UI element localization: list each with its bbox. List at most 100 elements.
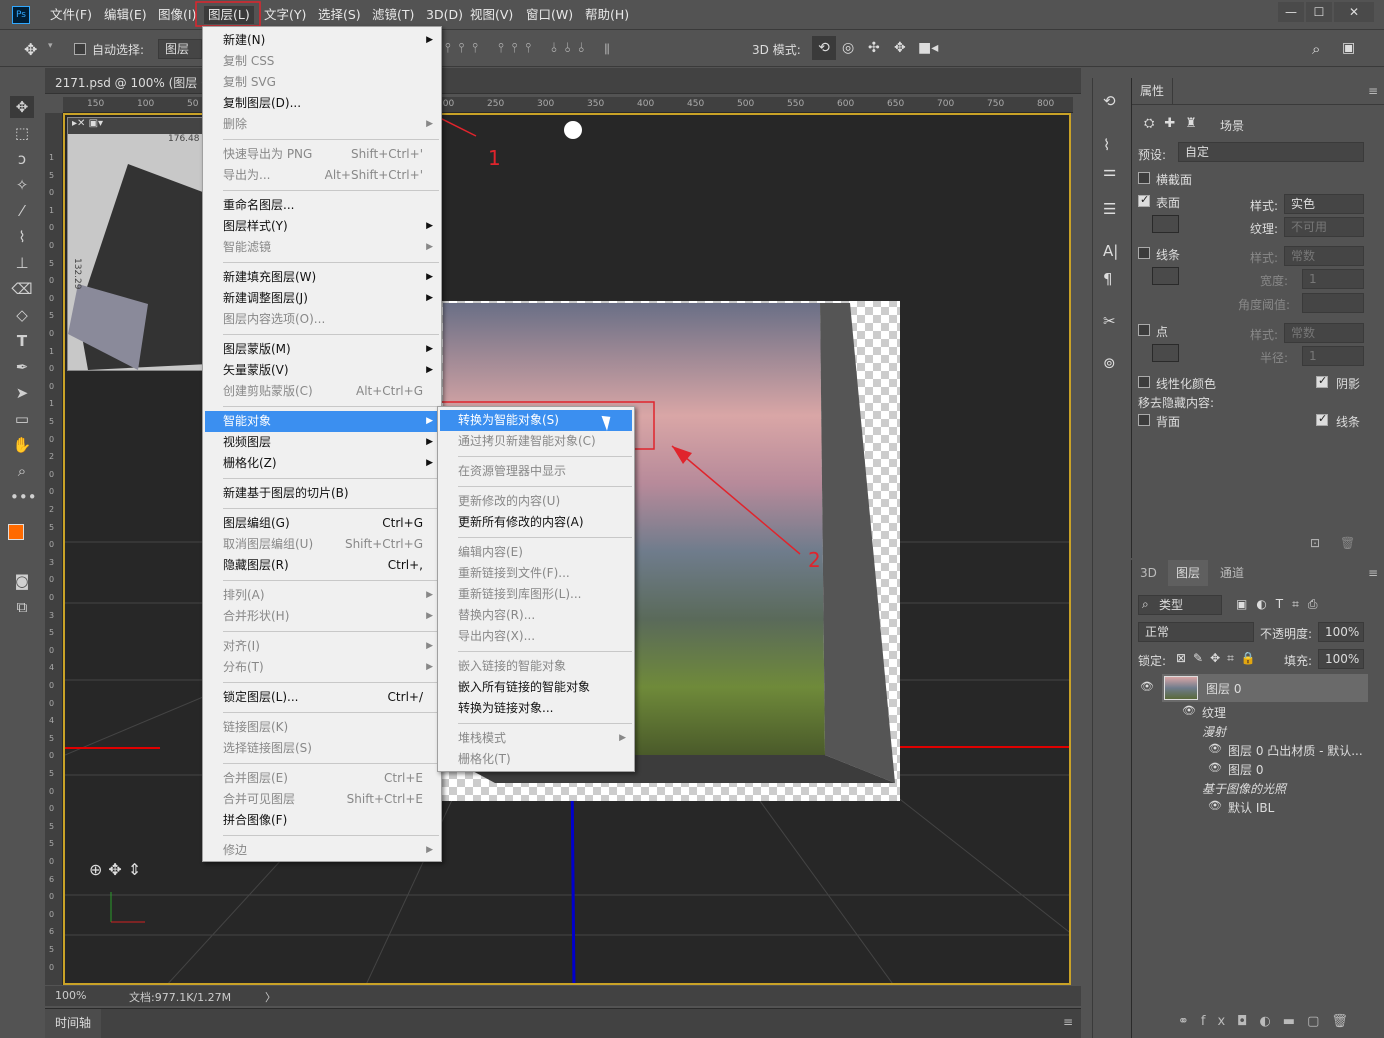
menu-item-1[interactable]: 编辑(E): [104, 6, 147, 24]
menu-item-6[interactable]: 滤镜(T): [372, 6, 414, 24]
tab-layers[interactable]: 图层: [1168, 560, 1209, 586]
slide-3d-icon[interactable]: ✥: [894, 40, 906, 56]
stamp-tool-icon[interactable]: ⊥: [10, 252, 34, 274]
layer_menu-item[interactable]: 复制图层(D)...: [205, 93, 439, 114]
menu-item-10[interactable]: 帮助(H): [585, 6, 629, 24]
layer_menu-item[interactable]: 智能滤镜 ▶: [205, 237, 439, 258]
layer-row[interactable]: 👁 图层 0 凸出材质 - 默认...: [1132, 740, 1368, 759]
roll-3d-icon[interactable]: ◎: [842, 40, 854, 56]
menu-item-4[interactable]: 文字(Y): [264, 6, 306, 24]
layer_menu-item[interactable]: 链接图层(K): [205, 717, 439, 738]
layer_menu-item[interactable]: 矢量蒙版(V) ▶: [205, 360, 439, 381]
trash-icon[interactable]: 🗑: [1340, 536, 1355, 550]
layer_menu-item[interactable]: 新建基于图层的切片(B): [205, 483, 439, 504]
filter-kind-dropdown[interactable]: 类型: [1138, 595, 1222, 615]
visibility-eye-icon[interactable]: 👁: [1140, 680, 1154, 693]
lock-icons[interactable]: ⊠✎✥⌗🔒: [1176, 651, 1263, 666]
shape-tool-icon[interactable]: ▭: [10, 408, 34, 430]
eraser-tool-icon[interactable]: ⌫: [10, 278, 34, 300]
paragraph-styles-icon[interactable]: ☰: [1103, 200, 1116, 218]
minimize-button[interactable]: —: [1278, 2, 1304, 22]
hand-tool-icon[interactable]: ✋: [10, 434, 34, 456]
layer_menu-item[interactable]: 复制 CSS: [205, 51, 439, 72]
paragraph-icon[interactable]: ¶: [1103, 270, 1113, 288]
orbit-3d-icon[interactable]: ⟲: [812, 36, 836, 60]
tab-properties[interactable]: 属性: [1132, 78, 1174, 104]
visibility-eye-icon[interactable]: 👁: [1208, 742, 1222, 755]
radius-field[interactable]: 1: [1302, 346, 1364, 366]
layer_menu-item[interactable]: 锁定图层(L)... Ctrl+/: [205, 687, 439, 708]
smart_menu-item[interactable]: 更新修改的内容(U): [440, 491, 632, 512]
preset-dropdown[interactable]: 自定: [1178, 142, 1364, 162]
layer_menu-item[interactable]: 图层编组(G) Ctrl+G: [205, 513, 439, 534]
layer_menu-item[interactable]: 导出为... Alt+Shift+Ctrl+': [205, 165, 439, 186]
opacity-field[interactable]: 100%: [1318, 622, 1364, 642]
layer_menu-item[interactable]: 创建剪贴蒙版(C) Alt+Ctrl+G: [205, 381, 439, 402]
layer_menu-item[interactable]: 视频图层 ▶: [205, 432, 439, 453]
smart_menu-item[interactable]: 嵌入所有链接的智能对象: [440, 677, 632, 698]
history-icon[interactable]: ⟲: [1103, 92, 1116, 110]
cross-section-checkbox[interactable]: [1138, 172, 1150, 184]
blend-mode-dropdown[interactable]: 正常: [1138, 622, 1254, 642]
layer-row[interactable]: 👁 图层 0: [1132, 759, 1368, 778]
layer_menu-item[interactable]: 智能对象 ▶: [205, 411, 439, 432]
timeline-tab[interactable]: 时间轴: [45, 1009, 101, 1038]
document-tab[interactable]: 2171.psd @ 100% (图层 0,: [45, 68, 1081, 94]
surface-style-dropdown[interactable]: 实色: [1284, 194, 1364, 214]
close-button[interactable]: ✕: [1334, 2, 1374, 22]
lines-hidden-checkbox[interactable]: [1316, 412, 1328, 426]
move-tool-icon[interactable]: ✥: [10, 96, 34, 118]
layer_menu-item[interactable]: 分布(T) ▶: [205, 657, 439, 678]
points-color-swatch[interactable]: [1152, 344, 1179, 362]
brush-settings-icon[interactable]: ⌇: [1103, 136, 1110, 154]
menu-item-3[interactable]: 图层(L): [204, 6, 254, 24]
layer_menu-item[interactable]: 合并形状(H) ▶: [205, 606, 439, 627]
angle-threshold-field[interactable]: [1302, 293, 1364, 313]
smart_menu-item[interactable]: 嵌入链接的智能对象: [440, 656, 632, 677]
layer_menu-item[interactable]: 隐藏图层(R) Ctrl+,: [205, 555, 439, 576]
auto-select-checkbox[interactable]: [74, 43, 86, 55]
layer-row[interactable]: 👁 默认 IBL: [1132, 797, 1368, 816]
smart_menu-item[interactable]: 转换为链接对象...: [440, 698, 632, 719]
smart_menu-item[interactable]: 重新链接到文件(F)...: [440, 563, 632, 584]
camera-icon[interactable]: ■◂: [918, 40, 938, 56]
search-icon[interactable]: ⌕: [1312, 40, 1320, 58]
layer_menu-item[interactable]: 拼合图像(F): [205, 810, 439, 831]
navigator-thumbnail[interactable]: ▸✕ ▣▾ 176.48 132.29: [67, 117, 205, 371]
tab-channels[interactable]: 通道: [1212, 560, 1252, 586]
tool-presets-icon[interactable]: ✂: [1103, 312, 1116, 330]
texture-dropdown[interactable]: 不可用: [1284, 217, 1364, 237]
smart_menu-item[interactable]: 替换内容(R)...: [440, 605, 632, 626]
type-tool-icon[interactable]: T: [10, 330, 34, 352]
zoom-level[interactable]: 100%: [55, 989, 86, 1002]
marquee-tool-icon[interactable]: ⬚: [10, 122, 34, 144]
layer_menu-item[interactable]: 图层样式(Y) ▶: [205, 216, 439, 237]
layer-actions[interactable]: ⚭fx◘◐▬▢🗑: [1178, 1014, 1360, 1029]
layer-row[interactable]: 👁 纹理: [1132, 702, 1368, 721]
layer_menu-item[interactable]: 修边 ▶: [205, 840, 439, 861]
linearize-checkbox[interactable]: [1138, 376, 1150, 388]
layer_menu-item[interactable]: 新建填充图层(W) ▶: [205, 267, 439, 288]
align-icons[interactable]: ⫯⫯⫯ ⫯⫯⫯ ⫰⫰⫰ ⫴: [445, 41, 618, 56]
lasso-tool-icon[interactable]: ↄ: [10, 148, 34, 170]
layer_menu-item[interactable]: 新建调整图层(J) ▶: [205, 288, 439, 309]
3d-axis-widget-icons[interactable]: ⊕✥⇕: [89, 860, 147, 879]
menu-item-9[interactable]: 窗口(W): [526, 6, 573, 24]
menu-item-2[interactable]: 图像(I): [158, 6, 196, 24]
maximize-button[interactable]: ☐: [1306, 2, 1332, 22]
3d-props-icons[interactable]: ⛭✚♜: [1144, 116, 1207, 131]
smart_menu-item[interactable]: 编辑内容(E): [440, 542, 632, 563]
panel-menu-icon[interactable]: ≡: [1368, 84, 1378, 98]
points-style-dropdown[interactable]: 常数: [1284, 323, 1364, 343]
chevron-down-icon[interactable]: ▾: [48, 41, 53, 51]
layer_menu-item[interactable]: 复制 SVG: [205, 72, 439, 93]
status-menu-arrow[interactable]: 〉: [265, 989, 276, 1005]
surface-checkbox[interactable]: [1138, 193, 1150, 207]
pen-tool-icon[interactable]: ✒: [10, 356, 34, 378]
points-checkbox[interactable]: [1138, 324, 1150, 336]
render-icon[interactable]: ⊡: [1310, 536, 1320, 550]
smart_menu-item[interactable]: 堆栈模式 ▶: [440, 728, 632, 749]
lines-color-swatch[interactable]: [1152, 267, 1179, 285]
workspace-icon[interactable]: ▣: [1342, 40, 1355, 56]
surface-color-swatch[interactable]: [1152, 215, 1179, 233]
